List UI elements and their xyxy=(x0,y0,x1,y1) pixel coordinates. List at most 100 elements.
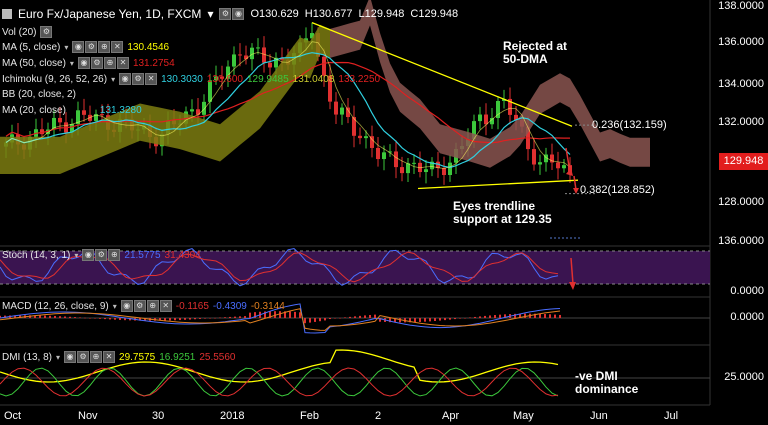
candle-body xyxy=(376,147,380,160)
candle-body xyxy=(268,62,272,68)
macd-histogram-bar xyxy=(359,315,361,318)
macd-histogram-bar xyxy=(304,318,306,324)
candle-body xyxy=(532,149,536,165)
resistance-trendline xyxy=(311,22,573,127)
macd-histogram-bar xyxy=(174,318,176,321)
macd-histogram-bar xyxy=(109,318,111,320)
macd-histogram-bar xyxy=(544,314,546,318)
macd-histogram-bar xyxy=(549,314,551,318)
macd-histogram-bar xyxy=(234,316,236,318)
candle-body xyxy=(214,76,218,81)
macd-histogram-bar xyxy=(184,318,186,320)
candle-body xyxy=(442,167,446,176)
candle-body xyxy=(478,114,482,122)
candle-body xyxy=(322,56,326,76)
macd-histogram-bar xyxy=(119,318,121,320)
macd-histogram-bar xyxy=(59,316,61,318)
stoch-band xyxy=(0,251,710,284)
macd-histogram-bar xyxy=(489,315,491,318)
macd-histogram-bar xyxy=(339,317,341,319)
macd-histogram-bar xyxy=(164,318,166,321)
macd-histogram-bar xyxy=(194,318,196,320)
macd-histogram-bar xyxy=(449,318,451,320)
macd-histogram-bar xyxy=(319,318,321,322)
macd-histogram-bar xyxy=(54,315,56,318)
macd-histogram-bar xyxy=(314,318,316,322)
macd-histogram-bar xyxy=(114,318,116,320)
candle-body xyxy=(562,165,566,169)
macd-histogram-bar xyxy=(294,311,296,318)
macd-histogram-bar xyxy=(79,317,81,318)
macd-histogram-bar xyxy=(289,311,291,318)
candle-body xyxy=(58,117,62,123)
main-chart[interactable] xyxy=(0,0,768,425)
stoch-down-arrow-head xyxy=(569,282,576,290)
macd-histogram-bar xyxy=(219,317,221,319)
candle-body xyxy=(232,54,236,67)
macd-histogram-bar xyxy=(479,316,481,318)
macd-histogram-bar xyxy=(209,318,211,319)
support-trendline xyxy=(417,179,579,190)
macd-histogram-bar xyxy=(69,316,71,318)
macd-histogram-bar xyxy=(279,311,281,318)
macd-histogram-bar xyxy=(419,318,421,322)
macd-histogram-bar xyxy=(89,318,91,319)
macd-histogram-bar xyxy=(334,318,336,319)
candle-body xyxy=(82,110,86,115)
macd-histogram-bar xyxy=(349,316,351,318)
macd-histogram-bar xyxy=(439,318,441,321)
macd-histogram-bar xyxy=(429,318,431,322)
candle-body xyxy=(334,101,338,115)
macd-histogram-bar xyxy=(554,314,556,318)
macd-histogram-bar xyxy=(204,318,206,319)
candle-body xyxy=(424,169,428,173)
candle-body xyxy=(364,136,368,139)
macd-histogram-bar xyxy=(329,318,331,320)
candle-body xyxy=(484,114,488,125)
candle-body xyxy=(238,54,242,56)
macd-histogram-bar xyxy=(44,315,46,318)
macd-histogram-bar xyxy=(494,315,496,318)
candle-body xyxy=(340,107,344,115)
macd-histogram-bar xyxy=(189,318,191,320)
macd-histogram-bar xyxy=(444,318,446,321)
candle-body xyxy=(556,162,560,169)
candle-body xyxy=(190,109,194,112)
macd-histogram-bar xyxy=(454,318,456,320)
macd-histogram-bar xyxy=(434,318,436,321)
macd-histogram-bar xyxy=(169,318,171,321)
candle-body xyxy=(256,47,260,49)
macd-histogram-bar xyxy=(424,318,426,322)
macd-histogram-bar xyxy=(354,316,356,318)
candle-body xyxy=(382,152,386,160)
macd-histogram-bar xyxy=(249,312,251,318)
candle-body xyxy=(358,135,362,139)
macd-histogram-bar xyxy=(484,315,486,318)
macd-histogram-bar xyxy=(469,317,471,318)
candle-body xyxy=(100,114,104,116)
macd-histogram-bar xyxy=(369,314,371,318)
candle-body xyxy=(538,162,542,165)
macd-histogram-bar xyxy=(244,316,246,318)
candle-body xyxy=(202,101,206,115)
candle-body xyxy=(412,162,416,164)
macd-histogram-bar xyxy=(74,317,76,318)
down-arrow-head xyxy=(573,188,579,194)
macd-histogram-bar xyxy=(474,316,476,318)
macd-histogram-bar xyxy=(524,313,526,318)
macd-histogram-bar xyxy=(104,318,106,320)
macd-histogram-bar xyxy=(214,317,216,319)
macd-histogram-bar xyxy=(84,317,86,319)
dmi-adx-line xyxy=(0,349,559,383)
macd-histogram-bar xyxy=(224,317,226,318)
macd-histogram-bar xyxy=(374,314,376,318)
macd-histogram-bar xyxy=(539,313,541,318)
macd-histogram-bar xyxy=(229,316,231,318)
macd-histogram-bar xyxy=(344,317,346,318)
macd-histogram-bar xyxy=(309,318,311,323)
candle-body xyxy=(448,162,452,176)
candle-body xyxy=(400,167,404,174)
candle-body xyxy=(208,80,212,102)
macd-histogram-bar xyxy=(94,318,96,319)
macd-histogram-bar xyxy=(559,314,561,318)
